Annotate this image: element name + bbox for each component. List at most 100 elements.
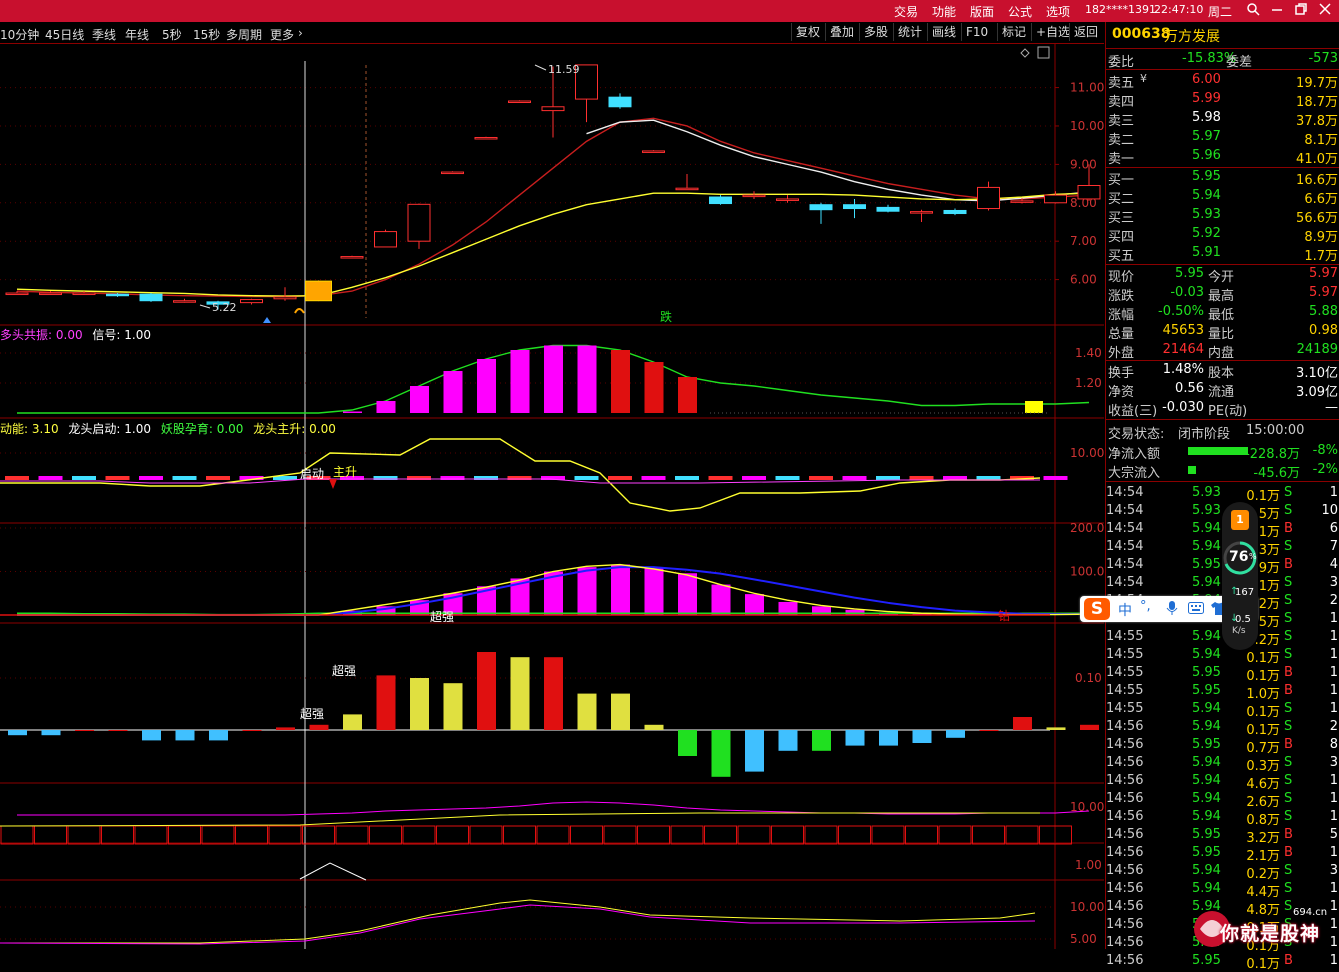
sogou-logo-icon[interactable]: S [1084, 598, 1110, 620]
quote-value: 24189 [1297, 342, 1338, 357]
chevron-right-icon[interactable]: › [298, 26, 303, 40]
flow-label: 净流入额 [1108, 443, 1160, 462]
tick-row: 14:56 5.94 0.1万 S 2 [1106, 718, 1339, 736]
close-icon[interactable] [1318, 2, 1332, 20]
menu-trade[interactable]: 交易 [894, 3, 918, 20]
btn-stats[interactable]: 统计 [893, 23, 926, 41]
candle-body [274, 297, 296, 299]
p3-header: 动能: 3.10 龙头启动: 1.00 妖股孕育: 0.00 龙头主升: 0.0… [0, 420, 336, 437]
ask-volume: 8.1万 [1304, 129, 1338, 148]
period-multi[interactable]: 多周期 [226, 26, 262, 43]
ask-volume: 41.0万 [1296, 148, 1338, 167]
tick-count: 1 [1330, 611, 1338, 626]
quote-value: -0.50% [1158, 304, 1204, 319]
quote-value: 0.98 [1309, 323, 1338, 338]
p6-box [437, 826, 469, 844]
btn-mark[interactable]: 标记 [997, 23, 1030, 41]
candle-body [1011, 201, 1033, 203]
quote-row: 涨跌 -0.03 最高 5.97 [1106, 284, 1339, 303]
stock-header[interactable]: 000638 万方发展 [1106, 25, 1339, 47]
menu-formula[interactable]: 公式 [1008, 3, 1032, 20]
tick-price: 5.94 [1192, 809, 1221, 824]
weibi-row: 委比 -15.83% 委差 -573 [1106, 50, 1339, 69]
period-5s[interactable]: 5秒 [162, 26, 182, 43]
ask-price: 5.99 [1192, 91, 1221, 106]
tick-side: B [1284, 827, 1293, 842]
period-quarter[interactable]: 季线 [92, 26, 116, 43]
network-gauge[interactable]: 1 76 % ↑ 167 ↓ 0.5 K/s [1222, 502, 1258, 650]
keyboard-icon[interactable] [1188, 602, 1204, 618]
chart-area[interactable]: 11.0010.009.008.007.006.0011.595.22跌1.40… [0, 43, 1104, 949]
tick-price: 5.95 [1192, 665, 1221, 680]
minimize-icon[interactable] [1270, 2, 1284, 20]
tick-time: 14:54 [1106, 521, 1143, 536]
tick-price: 5.95 [1192, 953, 1221, 968]
fund-value: 3.10亿 [1296, 362, 1338, 381]
btn-overlay[interactable]: 叠加 [825, 23, 858, 41]
quote-value: 5.97 [1309, 285, 1338, 300]
period-15s[interactable]: 15秒 [193, 26, 220, 43]
p6-box [1, 826, 33, 844]
period-10min[interactable]: 10分钟 [0, 26, 39, 43]
tick-side: S [1284, 791, 1292, 806]
candle-body [40, 293, 62, 295]
menu-options[interactable]: 选项 [1046, 3, 1070, 20]
fund-label: 收益(三) [1108, 400, 1157, 419]
p2-axis-label: 1.40 [1075, 346, 1102, 360]
bid-volume: 8.9万 [1304, 226, 1338, 245]
p5-bar [946, 730, 965, 738]
search-icon[interactable] [1246, 2, 1260, 20]
menu-function[interactable]: 功能 [932, 3, 956, 20]
p3-value-zhusheng: 0.00 [309, 422, 336, 436]
btn-back[interactable]: 返回 [1069, 23, 1102, 41]
btn-draw[interactable]: 画线 [927, 23, 960, 41]
weibi-label: 委比 [1108, 51, 1134, 70]
tick-row: 14:56 5.94 4.6万 S 1 [1106, 772, 1339, 790]
p6-box [236, 826, 268, 844]
fund-row: 收益(三) -0.030 PE(动) — [1106, 399, 1339, 418]
p6-box [370, 826, 402, 844]
period-toolbar: 10分钟 45日线 季线 年线 5秒 15秒 多周期 更多 › 复权 叠加 多股… [0, 22, 1104, 44]
p3-label-zhusheng: 龙头主升: [253, 422, 305, 436]
quote-value: 5.97 [1309, 266, 1338, 281]
btn-fuquan[interactable]: 复权 [791, 23, 824, 41]
p3-strip [742, 476, 766, 480]
p2-bar [410, 386, 429, 413]
tick-side: S [1284, 809, 1292, 824]
ask-label: 卖四 [1108, 91, 1134, 110]
btn-multistock[interactable]: 多股 [859, 23, 892, 41]
quote-panel: 000638 万方发展委比 -15.83% 委差 -573卖五 ¥ 6.00 1… [1105, 22, 1339, 949]
menu-layout[interactable]: 版面 [970, 3, 994, 20]
period-more[interactable]: 更多 [270, 26, 294, 43]
chaoqiang-label: 超强 [300, 706, 324, 721]
p6-box [738, 826, 770, 844]
tick-count: 1 [1330, 773, 1338, 788]
btn-f10[interactable]: F10 [961, 23, 992, 41]
candle-body [1045, 195, 1067, 203]
yen-icon: ¥ [1140, 72, 1147, 85]
tick-price: 5.94 [1192, 521, 1221, 536]
tick-side: S [1284, 485, 1292, 500]
tick-time: 14:56 [1106, 881, 1143, 896]
p2-bar [678, 377, 697, 413]
ime-lang[interactable]: 中 [1118, 600, 1132, 620]
ime-punct[interactable]: °, [1140, 599, 1151, 614]
restore-icon[interactable] [1294, 2, 1308, 20]
p6-box [571, 826, 603, 844]
period-45day[interactable]: 45日线 [45, 26, 84, 43]
btn-add-favorite[interactable]: +自选 [1031, 23, 1074, 41]
shield-icon[interactable]: 1 [1231, 510, 1249, 530]
candle-body [475, 137, 497, 139]
fund-row: 换手 1.48% 股本 3.10亿 [1106, 361, 1339, 380]
ask-volume: 19.7万 [1296, 72, 1338, 91]
bid-price: 5.91 [1192, 245, 1221, 260]
tick-price: 5.94 [1192, 719, 1221, 734]
quote-label: 今开 [1208, 266, 1234, 285]
tick-price: 5.94 [1192, 755, 1221, 770]
p3-strip [876, 476, 900, 480]
period-year[interactable]: 年线 [125, 26, 149, 43]
mic-icon[interactable] [1166, 600, 1178, 619]
fund-value: — [1325, 400, 1338, 415]
ask-label: 卖五 [1108, 72, 1134, 91]
bid-label: 买三 [1108, 207, 1134, 226]
